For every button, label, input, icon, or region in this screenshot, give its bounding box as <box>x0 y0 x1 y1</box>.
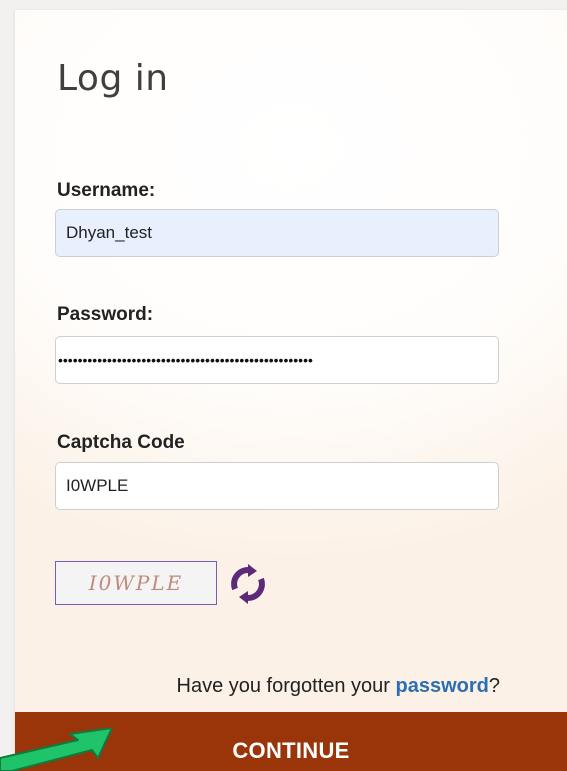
captcha-label: Captcha Code <box>57 432 185 453</box>
username-input[interactable]: Dhyan_test <box>55 209 499 257</box>
continue-button[interactable]: CONTINUE <box>15 712 567 771</box>
forgot-suffix: ? <box>488 675 500 697</box>
password-label: Password: <box>57 304 154 325</box>
login-card: Log in Username: Dhyan_test Password: ••… <box>15 10 567 771</box>
forgot-password-text: Have you forgotten your password? <box>177 675 501 698</box>
forgot-prefix: Have you forgotten your <box>176 675 396 697</box>
page-title: Log in <box>57 58 169 99</box>
captcha-image: I0WPLE <box>55 561 217 605</box>
username-value: Dhyan_test <box>66 223 152 242</box>
username-label: Username: <box>57 180 156 201</box>
captcha-image-text: I0WPLE <box>88 571 184 595</box>
password-value: ••••••••••••••••••••••••••••••••••••••••… <box>58 352 313 368</box>
continue-label: CONTINUE <box>232 738 350 763</box>
refresh-icon[interactable] <box>227 563 269 605</box>
captcha-input[interactable]: I0WPLE <box>55 462 499 510</box>
captcha-input-value: I0WPLE <box>66 476 129 495</box>
forgot-password-link[interactable]: password <box>396 675 489 697</box>
password-input[interactable]: ••••••••••••••••••••••••••••••••••••••••… <box>55 336 499 384</box>
